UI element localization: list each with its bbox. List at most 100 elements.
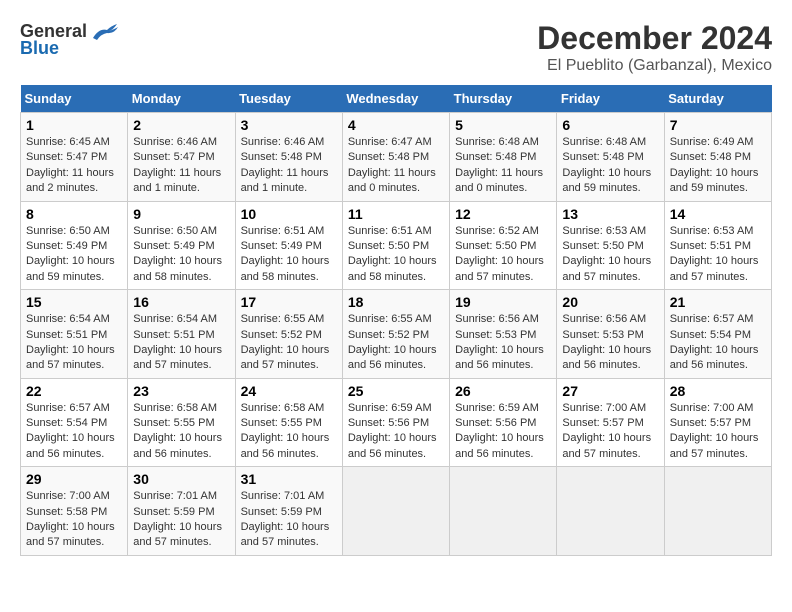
day-number: 6	[562, 117, 658, 133]
calendar-header-sunday: Sunday	[21, 85, 128, 113]
calendar-cell: 9 Sunrise: 6:50 AM Sunset: 5:49 PM Daylig…	[128, 201, 235, 290]
day-info: Sunrise: 6:50 AM Sunset: 5:49 PM Dayligh…	[133, 225, 222, 283]
page-title: December 2024	[537, 20, 772, 57]
day-info: Sunrise: 6:51 AM Sunset: 5:49 PM Dayligh…	[241, 225, 330, 283]
calendar-cell: 16Sunrise: 6:54 AM Sunset: 5:51 PM Dayli…	[128, 290, 235, 379]
day-number: 12	[455, 206, 551, 222]
day-number: 23	[133, 383, 229, 399]
day-number: 29	[26, 471, 122, 487]
day-number: 24	[241, 383, 337, 399]
day-info: Sunrise: 6:56 AM Sunset: 5:53 PM Dayligh…	[562, 313, 651, 371]
calendar-cell: 18Sunrise: 6:55 AM Sunset: 5:52 PM Dayli…	[342, 290, 449, 379]
day-number: 14	[670, 206, 766, 222]
logo-blue: Blue	[20, 38, 59, 59]
calendar-cell: 20 Sunrise: 6:56 AM Sunset: 5:53 PM Dayli…	[557, 290, 664, 379]
day-number: 5	[455, 117, 551, 133]
day-number: 21	[670, 294, 766, 310]
calendar-cell: 26Sunrise: 6:59 AM Sunset: 5:56 PM Dayli…	[450, 378, 557, 467]
calendar-table: SundayMondayTuesdayWednesdayThursdayFrid…	[20, 85, 772, 556]
calendar-week-row: 22Sunrise: 6:57 AM Sunset: 5:54 PM Dayli…	[21, 378, 772, 467]
day-number: 25	[348, 383, 444, 399]
calendar-cell: 27 Sunrise: 7:00 AM Sunset: 5:57 PM Dayli…	[557, 378, 664, 467]
calendar-header-saturday: Saturday	[664, 85, 771, 113]
day-info: Sunrise: 7:01 AM Sunset: 5:59 PM Dayligh…	[241, 490, 330, 548]
day-info: Sunrise: 6:57 AM Sunset: 5:54 PM Dayligh…	[26, 402, 115, 460]
day-number: 27	[562, 383, 658, 399]
calendar-week-row: 29 Sunrise: 7:00 AM Sunset: 5:58 PM Dayli…	[21, 467, 772, 556]
day-number: 7	[670, 117, 766, 133]
calendar-cell: 24 Sunrise: 6:58 AM Sunset: 5:55 PM Dayli…	[235, 378, 342, 467]
day-number: 17	[241, 294, 337, 310]
calendar-cell: 29 Sunrise: 7:00 AM Sunset: 5:58 PM Dayli…	[21, 467, 128, 556]
day-info: Sunrise: 6:55 AM Sunset: 5:52 PM Dayligh…	[241, 313, 330, 371]
calendar-body: 1 Sunrise: 6:45 AM Sunset: 5:47 PM Daylig…	[21, 113, 772, 556]
day-info: Sunrise: 6:57 AM Sunset: 5:54 PM Dayligh…	[670, 313, 759, 371]
calendar-cell: 22Sunrise: 6:57 AM Sunset: 5:54 PM Dayli…	[21, 378, 128, 467]
calendar-cell: 1 Sunrise: 6:45 AM Sunset: 5:47 PM Daylig…	[21, 113, 128, 202]
day-number: 9	[133, 206, 229, 222]
day-info: Sunrise: 6:53 AM Sunset: 5:50 PM Dayligh…	[562, 225, 651, 283]
logo: General Blue	[20, 20, 119, 59]
calendar-header-tuesday: Tuesday	[235, 85, 342, 113]
calendar-cell: 28 Sunrise: 7:00 AM Sunset: 5:57 PM Dayli…	[664, 378, 771, 467]
day-info: Sunrise: 6:49 AM Sunset: 5:48 PM Dayligh…	[670, 136, 759, 194]
calendar-header-monday: Monday	[128, 85, 235, 113]
calendar-cell: 30 Sunrise: 7:01 AM Sunset: 5:59 PM Dayli…	[128, 467, 235, 556]
calendar-header-wednesday: Wednesday	[342, 85, 449, 113]
calendar-cell: 3 Sunrise: 6:46 AM Sunset: 5:48 PM Daylig…	[235, 113, 342, 202]
day-number: 19	[455, 294, 551, 310]
calendar-cell: 4 Sunrise: 6:47 AM Sunset: 5:48 PM Daylig…	[342, 113, 449, 202]
day-number: 10	[241, 206, 337, 222]
day-info: Sunrise: 6:46 AM Sunset: 5:48 PM Dayligh…	[241, 136, 329, 194]
day-number: 28	[670, 383, 766, 399]
calendar-header-row: SundayMondayTuesdayWednesdayThursdayFrid…	[21, 85, 772, 113]
day-info: Sunrise: 6:51 AM Sunset: 5:50 PM Dayligh…	[348, 225, 437, 283]
day-number: 8	[26, 206, 122, 222]
day-info: Sunrise: 6:54 AM Sunset: 5:51 PM Dayligh…	[133, 313, 222, 371]
day-info: Sunrise: 6:46 AM Sunset: 5:47 PM Dayligh…	[133, 136, 221, 194]
day-info: Sunrise: 7:00 AM Sunset: 5:58 PM Dayligh…	[26, 490, 115, 548]
day-info: Sunrise: 6:50 AM Sunset: 5:49 PM Dayligh…	[26, 225, 115, 283]
day-number: 31	[241, 471, 337, 487]
day-info: Sunrise: 6:53 AM Sunset: 5:51 PM Dayligh…	[670, 225, 759, 283]
calendar-cell: 12 Sunrise: 6:52 AM Sunset: 5:50 PM Dayli…	[450, 201, 557, 290]
calendar-week-row: 8 Sunrise: 6:50 AM Sunset: 5:49 PM Daylig…	[21, 201, 772, 290]
calendar-cell: 21 Sunrise: 6:57 AM Sunset: 5:54 PM Dayli…	[664, 290, 771, 379]
day-number: 3	[241, 117, 337, 133]
day-info: Sunrise: 6:45 AM Sunset: 5:47 PM Dayligh…	[26, 136, 114, 194]
calendar-week-row: 1 Sunrise: 6:45 AM Sunset: 5:47 PM Daylig…	[21, 113, 772, 202]
day-number: 2	[133, 117, 229, 133]
calendar-cell	[557, 467, 664, 556]
title-area: December 2024 El Pueblito (Garbanzal), M…	[537, 20, 772, 75]
day-number: 20	[562, 294, 658, 310]
day-info: Sunrise: 7:00 AM Sunset: 5:57 PM Dayligh…	[670, 402, 759, 460]
day-info: Sunrise: 7:00 AM Sunset: 5:57 PM Dayligh…	[562, 402, 651, 460]
day-info: Sunrise: 7:01 AM Sunset: 5:59 PM Dayligh…	[133, 490, 222, 548]
calendar-cell: 17 Sunrise: 6:55 AM Sunset: 5:52 PM Dayli…	[235, 290, 342, 379]
calendar-cell: 15 Sunrise: 6:54 AM Sunset: 5:51 PM Dayli…	[21, 290, 128, 379]
calendar-cell: 25 Sunrise: 6:59 AM Sunset: 5:56 PM Dayli…	[342, 378, 449, 467]
day-number: 30	[133, 471, 229, 487]
calendar-cell: 13 Sunrise: 6:53 AM Sunset: 5:50 PM Dayli…	[557, 201, 664, 290]
day-number: 4	[348, 117, 444, 133]
page-subtitle: El Pueblito (Garbanzal), Mexico	[537, 57, 772, 75]
day-number: 15	[26, 294, 122, 310]
day-number: 13	[562, 206, 658, 222]
calendar-cell	[450, 467, 557, 556]
day-number: 11	[348, 206, 444, 222]
calendar-cell: 31 Sunrise: 7:01 AM Sunset: 5:59 PM Dayli…	[235, 467, 342, 556]
calendar-cell: 7 Sunrise: 6:49 AM Sunset: 5:48 PM Daylig…	[664, 113, 771, 202]
day-info: Sunrise: 6:52 AM Sunset: 5:50 PM Dayligh…	[455, 225, 544, 283]
calendar-cell: 14 Sunrise: 6:53 AM Sunset: 5:51 PM Dayli…	[664, 201, 771, 290]
day-info: Sunrise: 6:59 AM Sunset: 5:56 PM Dayligh…	[348, 402, 437, 460]
day-number: 1	[26, 117, 122, 133]
calendar-cell: 23Sunrise: 6:58 AM Sunset: 5:55 PM Dayli…	[128, 378, 235, 467]
calendar-cell: 8 Sunrise: 6:50 AM Sunset: 5:49 PM Daylig…	[21, 201, 128, 290]
day-info: Sunrise: 6:47 AM Sunset: 5:48 PM Dayligh…	[348, 136, 436, 194]
day-info: Sunrise: 6:58 AM Sunset: 5:55 PM Dayligh…	[241, 402, 330, 460]
day-info: Sunrise: 6:56 AM Sunset: 5:53 PM Dayligh…	[455, 313, 544, 371]
day-info: Sunrise: 6:54 AM Sunset: 5:51 PM Dayligh…	[26, 313, 115, 371]
calendar-cell: 11 Sunrise: 6:51 AM Sunset: 5:50 PM Dayli…	[342, 201, 449, 290]
calendar-cell: 6Sunrise: 6:48 AM Sunset: 5:48 PM Daylig…	[557, 113, 664, 202]
calendar-week-row: 15 Sunrise: 6:54 AM Sunset: 5:51 PM Dayli…	[21, 290, 772, 379]
